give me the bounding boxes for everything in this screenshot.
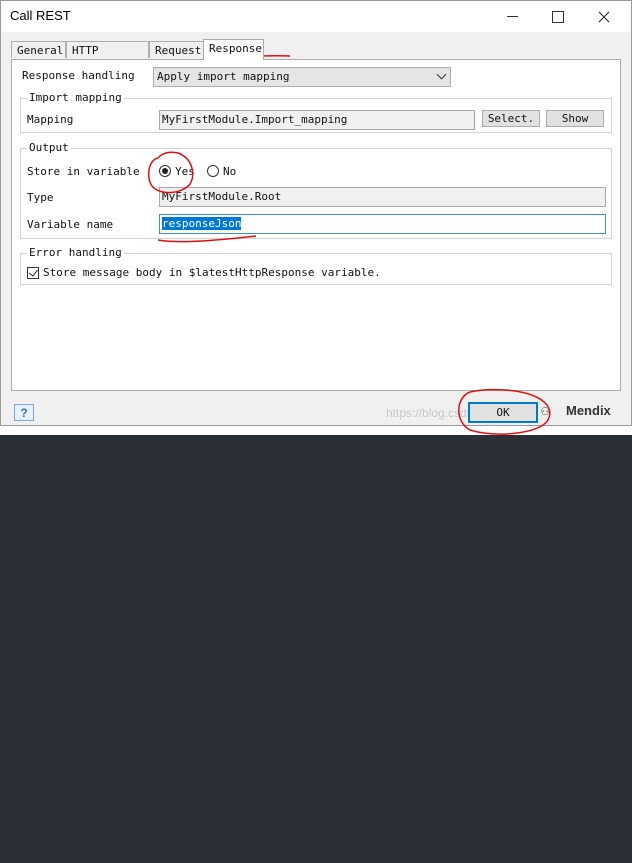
wechat-icon: ⚇ xyxy=(541,403,550,419)
tab-http-headers[interactable]: HTTP Headers xyxy=(66,41,149,74)
store-no-label[interactable]: No xyxy=(223,165,236,178)
response-panel: Response handling Apply import mapping I… xyxy=(11,59,621,391)
store-in-variable-label: Store in variable xyxy=(27,165,140,178)
window-title: Call REST xyxy=(10,8,71,23)
type-field: MyFirstModule.Root xyxy=(159,187,606,207)
minimize-button[interactable] xyxy=(489,1,535,32)
type-label: Type xyxy=(27,191,54,204)
import-mapping-group: Import mapping Mapping MyFirstModule.Imp… xyxy=(20,91,612,133)
tab-response[interactable]: Response xyxy=(203,39,264,60)
chevron-down-icon xyxy=(436,69,447,80)
tab-general[interactable]: General xyxy=(11,41,66,58)
minimize-icon xyxy=(506,16,518,17)
store-yes-label[interactable]: Yes xyxy=(175,165,195,178)
close-icon xyxy=(598,11,610,22)
variable-name-input[interactable]: responseJson xyxy=(159,214,606,234)
maximize-button[interactable] xyxy=(535,1,581,32)
variable-name-label: Variable name xyxy=(27,218,114,231)
output-group: Output Store in variable Yes No Type MyF… xyxy=(20,141,612,239)
tab-request[interactable]: Request xyxy=(149,41,204,58)
mapping-label: Mapping xyxy=(27,113,74,126)
store-yes-radio[interactable] xyxy=(159,165,171,177)
store-message-body-label[interactable]: Store message body in $latestHttpRespons… xyxy=(43,266,381,279)
output-title: Output xyxy=(27,141,71,154)
error-handling-title: Error handling xyxy=(27,246,124,259)
help-button[interactable]: ? xyxy=(14,404,34,421)
ok-button[interactable]: OK xyxy=(468,402,538,423)
response-handling-select[interactable]: Apply import mapping xyxy=(153,67,451,87)
brand-label: Mendix xyxy=(566,403,611,418)
store-no-radio[interactable] xyxy=(207,165,219,177)
close-button[interactable] xyxy=(581,1,627,32)
response-handling-label: Response handling xyxy=(22,69,135,82)
response-handling-value: Apply import mapping xyxy=(157,70,290,83)
call-rest-dialog: Call REST General HTTP Headers Request R… xyxy=(0,0,632,426)
background-strip: ... xyxy=(0,426,632,863)
select-mapping-button[interactable]: Select. xyxy=(482,110,540,127)
variable-name-value: responseJson xyxy=(162,217,242,230)
check-icon xyxy=(29,267,38,277)
mapping-field: MyFirstModule.Import_mapping xyxy=(159,110,475,130)
maximize-icon xyxy=(552,10,564,23)
import-mapping-title: Import mapping xyxy=(27,91,124,104)
background-text: ... xyxy=(4,853,21,863)
title-bar: Call REST xyxy=(1,1,631,32)
show-mapping-button[interactable]: Show xyxy=(546,110,604,127)
store-message-body-checkbox[interactable] xyxy=(27,267,39,279)
error-handling-group: Error handling Store message body in $la… xyxy=(20,246,612,285)
